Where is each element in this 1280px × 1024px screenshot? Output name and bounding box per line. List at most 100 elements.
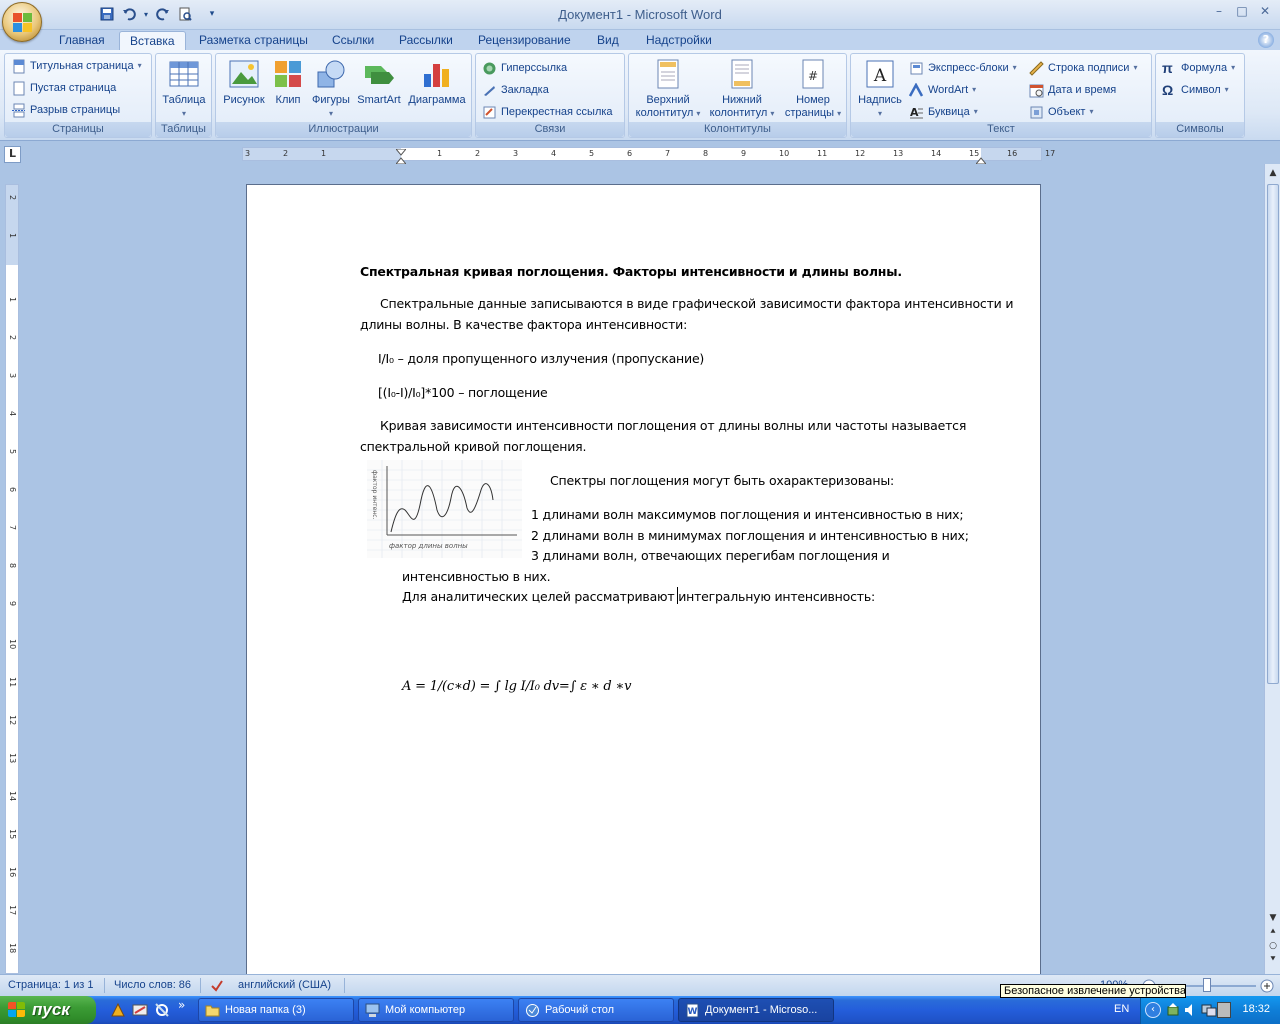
shapes-icon [317,60,345,88]
tab-mailings[interactable]: Рассылки [389,31,463,50]
ruler-number: 9 [8,601,17,607]
ruler-number: 4 [551,149,557,158]
task-my-computer[interactable]: Мой компьютер [358,998,514,1022]
task-word-document[interactable]: W Документ1 - Microso... [678,998,834,1022]
doc-paragraph-4-line-1: Кривая зависимости интенсивности поглоще… [380,418,967,433]
header-label-line2: колонтитул [635,107,694,119]
tab-selector[interactable]: L [4,146,21,163]
next-page-button[interactable]: ⯆ [1267,954,1279,966]
quick-parts-button[interactable]: Экспресс-блоки ▾ [909,59,1017,77]
ruler-number: 9 [741,149,747,158]
tab-home[interactable]: Главная [49,31,115,50]
smartart-button[interactable]: SmartArt [354,58,404,107]
clipart-button[interactable]: Клип [270,58,306,107]
tab-references[interactable]: Ссылки [322,31,384,50]
maximize-button[interactable]: □ [1231,4,1253,22]
footer-button[interactable]: Нижний колонтитул ▾ [705,58,779,120]
equation-button[interactable]: π Формула ▾ [1162,59,1235,77]
scroll-down-button[interactable]: ▼ [1267,912,1279,924]
quick-launch-app-icon[interactable] [132,1002,148,1018]
tray-collapse-icon[interactable]: ‹ [1145,1002,1161,1018]
previous-page-button[interactable]: ⯅ [1267,926,1279,938]
start-button[interactable]: пуск [0,996,96,1024]
symbol-button[interactable]: Ω Символ ▾ [1162,81,1229,99]
browse-object-button[interactable]: ○ [1267,940,1279,952]
ruler-number: 3 [513,149,519,158]
page-number-button[interactable]: # Номер страницы ▾ [781,58,845,120]
quick-launch-winamp-icon[interactable] [110,1002,126,1018]
system-tray: ‹ 18:32 [1140,996,1280,1024]
tab-review[interactable]: Рецензирование [468,31,581,50]
office-button[interactable] [2,2,42,42]
quick-launch-chevron-icon[interactable]: » [178,998,194,1014]
ruler-number: 13 [8,753,17,764]
quick-launch-tool-icon[interactable] [154,1002,170,1018]
hanging-indent-marker[interactable] [394,154,408,165]
svg-text:A: A [910,106,919,119]
shapes-label: Фигуры [312,94,350,106]
status-language[interactable]: английский (США) [238,979,331,991]
cover-page-button[interactable]: Титульная страница ▾ [11,57,142,75]
tab-view[interactable]: Вид [587,31,629,50]
tab-addins[interactable]: Надстройки [636,31,722,50]
right-indent-marker[interactable] [974,154,988,165]
ruler-number: 8 [703,149,709,158]
group-tables-label: Таблицы [156,122,211,137]
page-break-button[interactable]: Разрыв страницы [11,101,120,119]
blank-page-button[interactable]: Пустая страница [11,79,116,97]
hyperlink-button[interactable]: Гиперссылка [482,59,567,77]
status-word-count[interactable]: Число слов: 86 [114,979,191,991]
scrollbar-thumb[interactable] [1267,184,1279,684]
group-symbols-label: Символы [1156,122,1244,137]
ruler-number: 2 [283,149,289,158]
header-button[interactable]: Верхний колонтитул ▾ [633,58,703,120]
group-text-label: Текст [851,122,1151,137]
drop-cap-button[interactable]: A Буквица ▾ [909,103,978,121]
tray-network-icon[interactable] [1201,1002,1217,1018]
page-number-label-line2: страницы [784,107,835,119]
ruler-number: 1 [8,233,17,239]
chart-button[interactable]: Диаграмма [405,58,469,107]
zoom-in-icon[interactable] [1260,979,1274,993]
close-button[interactable]: ✕ [1254,4,1276,22]
wordart-button[interactable]: WordArt ▾ [908,81,976,99]
spelling-check-icon[interactable] [210,979,224,993]
doc-paragraph-1-line-2: длины волны. В качестве фактора интенсив… [360,317,688,332]
taskbar: пуск » Новая папка (3) Мой компьютер Раб… [0,996,1280,1024]
picture-button[interactable]: Рисунок [220,58,268,107]
object-button[interactable]: Объект ▾ [1029,103,1093,121]
tray-safely-remove-icon[interactable] [1165,1002,1181,1018]
page-number-label-line1: Номер [796,94,830,106]
vertical-ruler[interactable]: 2 1 1 2 3 4 5 6 7 8 9 10 11 12 13 14 15 16 17 18 [5,184,19,974]
clock[interactable]: 18:32 [1242,1003,1270,1015]
horizontal-ruler[interactable]: 3 2 1 1 2 3 4 5 6 7 8 9 10 11 12 13 14 15 16 17 [242,147,1055,165]
cross-reference-button[interactable]: Перекрестная ссылка [482,103,613,121]
task-desktop[interactable]: Рабочий стол [518,998,674,1022]
zoom-slider-thumb[interactable] [1203,978,1211,992]
textbox-button[interactable]: A Надпись ▾ [854,58,906,120]
group-headers-footers: Верхний колонтитул ▾ Нижний колонтитул ▾… [628,53,847,138]
task-new-folder[interactable]: Новая папка (3) [198,998,354,1022]
tab-insert[interactable]: Вставка [119,31,186,50]
language-indicator[interactable]: EN [1114,1003,1129,1015]
scroll-up-button[interactable]: ▲ [1267,167,1279,179]
bookmark-button[interactable]: Закладка [482,81,549,99]
ruler-number: 12 [8,715,17,726]
tab-page-layout[interactable]: Разметка страницы [189,31,318,50]
signature-line-button[interactable]: Строка подписи ▾ [1029,59,1137,77]
vertical-scrollbar[interactable]: ▲ ▼ ⯅ ○ ⯆ [1264,164,1280,974]
minimize-button[interactable]: – [1208,4,1230,22]
doc-paragraph-3: [(I₀-I)/I₀]*100 – поглощение [378,385,548,400]
text-cursor [677,587,678,604]
word-icon: W [686,1003,699,1018]
date-time-button[interactable]: Дата и время [1029,81,1116,99]
spectrum-sketch-image[interactable]: фактор интенс. фактор длины волны [367,460,522,558]
tray-app-icon[interactable] [1217,1002,1231,1018]
shapes-button[interactable]: Фигуры ▾ [310,58,352,120]
document-page[interactable]: Спектральная кривая поглощения. Факторы … [246,184,1041,974]
table-button[interactable]: Таблица ▾ [159,58,209,120]
status-page[interactable]: Страница: 1 из 1 [8,979,94,991]
tray-volume-icon[interactable] [1183,1002,1199,1018]
doc-formula[interactable]: A = 1/(c∗d) = ∫ lg I/I₀ dv=∫ ε ∗ d ∗v [402,679,631,694]
help-icon[interactable]: ? [1258,32,1274,48]
